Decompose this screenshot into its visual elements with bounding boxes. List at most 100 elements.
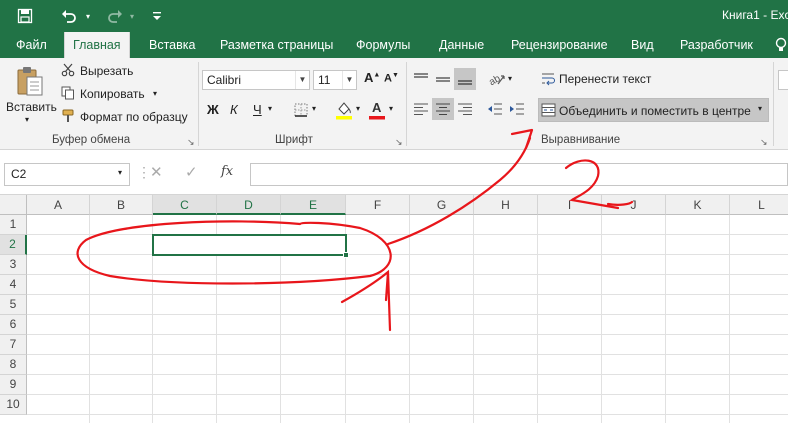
- selected-range[interactable]: [152, 234, 347, 256]
- redo-dropdown-icon[interactable]: ▾: [126, 0, 138, 32]
- tab-view[interactable]: Вид: [631, 32, 654, 58]
- format-painter-icon: [60, 108, 76, 124]
- select-all-corner[interactable]: [0, 195, 27, 215]
- font-name-select[interactable]: Calibri ▼: [202, 70, 310, 90]
- tab-home[interactable]: Главная: [64, 32, 130, 58]
- confirm-entry-icon[interactable]: ✓: [185, 163, 198, 181]
- column-header-d[interactable]: D: [217, 195, 281, 215]
- clipboard-launcher-icon[interactable]: ↘: [187, 137, 195, 148]
- font-size-value: 11: [318, 73, 331, 87]
- undo-icon[interactable]: [58, 0, 80, 32]
- align-right-icon[interactable]: [454, 98, 476, 120]
- borders-icon[interactable]: [292, 101, 310, 119]
- font-size-select[interactable]: 11 ▼: [313, 70, 357, 90]
- column-header-e[interactable]: E: [281, 195, 346, 215]
- orientation-icon[interactable]: ab: [486, 68, 508, 90]
- gridline: [27, 294, 788, 295]
- row-header-4[interactable]: 4: [0, 275, 27, 295]
- name-box[interactable]: C2: [4, 163, 130, 186]
- row-header-7[interactable]: 7: [0, 335, 27, 355]
- column-header-b[interactable]: B: [90, 195, 153, 215]
- tell-me-icon[interactable]: [774, 32, 788, 58]
- paste-icon[interactable]: [12, 64, 46, 98]
- merge-dropdown-icon[interactable]: ▾: [758, 104, 762, 113]
- ribbon-tabs: Файл Главная Вставка Разметка страницы Ф…: [0, 32, 788, 58]
- increase-font-icon[interactable]: A▲: [364, 70, 380, 85]
- font-name-value: Calibri: [207, 73, 242, 87]
- borders-dropdown-icon[interactable]: ▾: [312, 104, 316, 113]
- row-header-3[interactable]: 3: [0, 255, 27, 275]
- align-center-icon[interactable]: [432, 98, 454, 120]
- name-box-dropdown-icon[interactable]: ▾: [118, 168, 122, 177]
- column-header-k[interactable]: K: [666, 195, 730, 215]
- gridline: [89, 215, 90, 423]
- gridline: [27, 374, 788, 375]
- underline-dropdown-icon[interactable]: ▾: [268, 104, 272, 113]
- row-header-9[interactable]: 9: [0, 375, 27, 395]
- font-group-label: Шрифт: [275, 134, 313, 146]
- wrap-text-button[interactable]: Перенести текст: [559, 72, 651, 86]
- fill-color-icon[interactable]: [334, 99, 354, 121]
- formula-input[interactable]: [250, 163, 788, 186]
- column-header-i[interactable]: I: [538, 195, 602, 215]
- font-color-letter: A: [372, 100, 382, 115]
- orientation-dropdown-icon[interactable]: ▾: [508, 74, 512, 83]
- column-header-j[interactable]: J: [602, 195, 666, 215]
- align-top-icon[interactable]: [410, 68, 432, 90]
- column-header-g[interactable]: G: [410, 195, 474, 215]
- format-painter-button[interactable]: Формат по образцу: [80, 110, 188, 124]
- font-launcher-icon[interactable]: ↘: [395, 137, 403, 148]
- row-header-6[interactable]: 6: [0, 315, 27, 335]
- underline-button[interactable]: Ч: [253, 102, 262, 117]
- paste-button[interactable]: Вставить: [6, 100, 57, 114]
- cut-button[interactable]: Вырезать: [80, 64, 133, 78]
- fill-handle[interactable]: [343, 252, 349, 258]
- align-left-icon[interactable]: [410, 98, 432, 120]
- fill-color-dropdown-icon[interactable]: ▾: [356, 104, 360, 113]
- decrease-indent-icon[interactable]: [484, 98, 506, 120]
- group-divider: [773, 62, 774, 146]
- customize-toolbar-icon[interactable]: [150, 0, 164, 32]
- undo-dropdown-icon[interactable]: ▾: [82, 0, 94, 32]
- column-header-a[interactable]: A: [27, 195, 90, 215]
- tab-developer[interactable]: Разработчик: [680, 32, 753, 58]
- alignment-launcher-icon[interactable]: ↘: [760, 137, 768, 148]
- copy-button[interactable]: Копировать: [80, 87, 145, 101]
- save-icon[interactable]: [14, 0, 36, 32]
- row-header-8[interactable]: 8: [0, 355, 27, 375]
- chevron-down-icon: ▼: [342, 71, 356, 89]
- increase-indent-icon[interactable]: [506, 98, 528, 120]
- font-color-dropdown-icon[interactable]: ▾: [389, 104, 393, 113]
- italic-button[interactable]: К: [230, 102, 238, 117]
- bold-button[interactable]: Ж: [207, 102, 219, 117]
- tab-data[interactable]: Данные: [439, 32, 484, 58]
- copy-dropdown-icon[interactable]: ▾: [153, 89, 157, 98]
- row-header-10[interactable]: 10: [0, 395, 27, 415]
- cancel-entry-icon[interactable]: ✕: [150, 163, 163, 181]
- worksheet-grid[interactable]: A B C D E F G H I J K L 1 2 3 4 5 6 7 8 …: [0, 195, 788, 423]
- row-header-5[interactable]: 5: [0, 295, 27, 315]
- row-header-1[interactable]: 1: [0, 215, 27, 235]
- column-header-l[interactable]: L: [730, 195, 788, 215]
- gridline: [27, 234, 788, 235]
- tab-review[interactable]: Рецензирование: [511, 32, 608, 58]
- formula-bar: C2 ▾ ⋮ ✕ ✓ fx: [0, 150, 788, 195]
- column-header-f[interactable]: F: [346, 195, 410, 215]
- gridline: [729, 215, 730, 423]
- tab-file[interactable]: Файл: [16, 32, 47, 58]
- column-header-h[interactable]: H: [474, 195, 538, 215]
- align-bottom-icon[interactable]: [454, 68, 476, 90]
- tab-page-layout[interactable]: Разметка страницы: [220, 32, 333, 58]
- redo-icon[interactable]: [104, 0, 126, 32]
- align-middle-icon[interactable]: [432, 68, 454, 90]
- insert-function-button[interactable]: fx: [221, 164, 233, 179]
- row-header-2[interactable]: 2: [0, 235, 27, 255]
- decrease-font-icon[interactable]: A▼: [384, 72, 399, 85]
- column-header-c[interactable]: C: [153, 195, 217, 215]
- ribbon: Вставить ▾ Вырезать Копировать ▾ Формат …: [0, 58, 788, 150]
- gridline: [27, 254, 788, 255]
- tab-formulas[interactable]: Формулы: [356, 32, 410, 58]
- paste-dropdown-icon[interactable]: ▾: [25, 115, 29, 124]
- number-format-select[interactable]: [778, 70, 788, 90]
- tab-insert[interactable]: Вставка: [149, 32, 195, 58]
